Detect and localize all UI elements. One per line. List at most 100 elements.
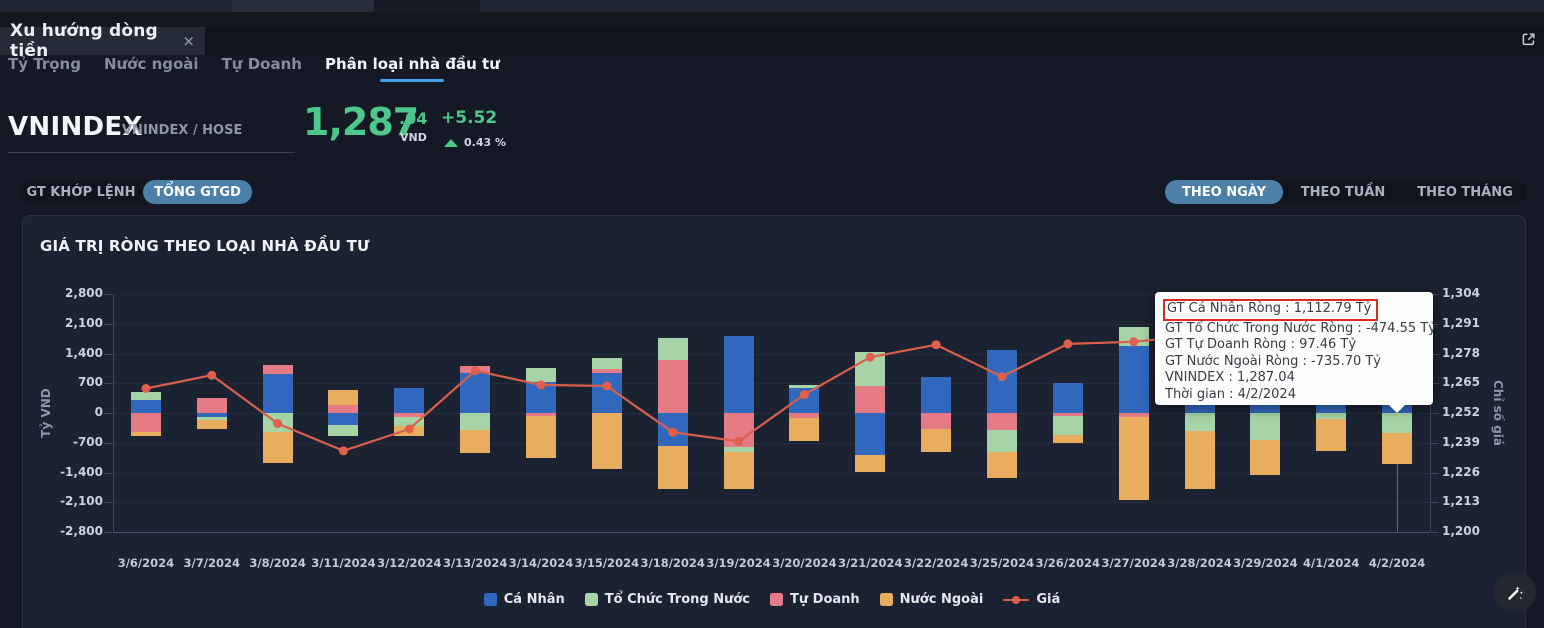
- x-axis-tick: 3/11/2024: [311, 556, 376, 570]
- bar-segment-to-chuc-trong-nuoc[interactable]: [591, 357, 622, 369]
- chart-title: GIÁ TRỊ RÒNG THEO LOẠI NHÀ ĐẦU TƯ: [40, 237, 370, 255]
- subnav-item-ty-trong[interactable]: Tỷ Trọng: [8, 55, 81, 82]
- bar-segment-ca-nhan[interactable]: [262, 374, 293, 413]
- subnav-item-phan-loai-nha-dau-tu[interactable]: Phân loại nhà đầu tư: [325, 55, 500, 82]
- bar-segment-to-chuc-trong-nuoc[interactable]: [1382, 413, 1413, 434]
- toggle-gt-khop-lenh[interactable]: GT KHỚP LỆNH: [19, 180, 143, 204]
- bar-segment-to-chuc-trong-nuoc[interactable]: [394, 417, 425, 426]
- y-axis-tick-right: 1,304: [1442, 286, 1480, 300]
- open-in-new-icon[interactable]: [1518, 29, 1538, 49]
- toggle-tong-gtgd[interactable]: TỔNG GTGD: [143, 180, 252, 204]
- bar-segment-nuoc-ngoai[interactable]: [986, 452, 1017, 478]
- bar-segment-nuoc-ngoai[interactable]: [262, 431, 293, 463]
- bar-segment-to-chuc-trong-nuoc[interactable]: [789, 384, 820, 389]
- bar-segment-nuoc-ngoai[interactable]: [1118, 416, 1149, 500]
- bar-segment-ca-nhan[interactable]: [855, 413, 886, 455]
- bar-segment-tu-doanh[interactable]: [196, 398, 227, 413]
- bar-segment-tu-doanh[interactable]: [986, 413, 1017, 431]
- y-axis-tick-left: 2,800: [65, 286, 103, 300]
- bar-segment-nuoc-ngoai[interactable]: [1316, 418, 1347, 452]
- bar-segment-tu-doanh[interactable]: [328, 404, 359, 413]
- bar-segment-to-chuc-trong-nuoc[interactable]: [526, 368, 557, 383]
- legend-item-to-chuc-trong-nuoc[interactable]: Tổ Chức Trong Nước: [584, 592, 750, 607]
- bar-segment-tu-doanh[interactable]: [591, 369, 622, 373]
- bar-segment-nuoc-ngoai[interactable]: [130, 431, 161, 436]
- bar-segment-to-chuc-trong-nuoc[interactable]: [262, 413, 293, 432]
- bar-segment-nuoc-ngoai[interactable]: [921, 429, 952, 453]
- bar-segment-nuoc-ngoai[interactable]: [328, 390, 359, 405]
- subnav-item-nuoc-ngoai[interactable]: Nước ngoài: [104, 55, 199, 82]
- bar-segment-to-chuc-trong-nuoc[interactable]: [855, 352, 886, 387]
- bar-segment-nuoc-ngoai[interactable]: [196, 420, 227, 429]
- bar-segment-ca-nhan[interactable]: [657, 413, 688, 447]
- axis-tick-mark: [104, 294, 112, 295]
- toggle-theo-tuan[interactable]: THEO TUẦN: [1283, 180, 1403, 204]
- bar-segment-to-chuc-trong-nuoc[interactable]: [1052, 415, 1083, 435]
- legend-item-ca-nhan[interactable]: Cá Nhân: [483, 592, 565, 607]
- toggle-theo-ngay[interactable]: THEO NGÀY: [1165, 180, 1283, 204]
- bar-segment-ca-nhan[interactable]: [986, 349, 1017, 413]
- bar-segment-to-chuc-trong-nuoc[interactable]: [1118, 326, 1149, 347]
- bar-segment-to-chuc-trong-nuoc[interactable]: [460, 413, 491, 430]
- bar-segment-ca-nhan[interactable]: [789, 388, 820, 413]
- bar-segment-to-chuc-trong-nuoc[interactable]: [657, 338, 688, 361]
- x-axis-tick: 3/29/2024: [1233, 556, 1298, 570]
- subnav-item-tu-doanh[interactable]: Tự Doanh: [222, 55, 302, 82]
- bar-segment-to-chuc-trong-nuoc[interactable]: [328, 424, 359, 436]
- gridline: [113, 442, 1430, 444]
- bar-segment-nuoc-ngoai[interactable]: [1382, 433, 1413, 465]
- x-axis-tick: 3/28/2024: [1167, 556, 1232, 570]
- bar-segment-nuoc-ngoai[interactable]: [1052, 434, 1083, 444]
- x-axis-tick: 3/19/2024: [706, 556, 771, 570]
- legend-label: Nước Ngoài: [899, 592, 984, 607]
- tooltip-row: GT Cá Nhân Ròng : 1,112.79 Tỷ: [1163, 299, 1423, 321]
- legend-item-gia[interactable]: Giá: [1003, 592, 1060, 607]
- bar-segment-to-chuc-trong-nuoc[interactable]: [1184, 413, 1215, 432]
- bar-segment-to-chuc-trong-nuoc[interactable]: [1250, 413, 1281, 440]
- close-icon[interactable]: ×: [182, 32, 195, 50]
- bar-segment-ca-nhan[interactable]: [460, 373, 491, 413]
- bar-segment-nuoc-ngoai[interactable]: [723, 451, 754, 490]
- up-arrow-icon: [444, 139, 458, 147]
- panel-tab-row: Xu hướng dòng tiền ×: [0, 21, 1544, 61]
- bar-segment-nuoc-ngoai[interactable]: [1184, 431, 1215, 490]
- bar-segment-nuoc-ngoai[interactable]: [1250, 439, 1281, 476]
- bar-segment-ca-nhan[interactable]: [921, 376, 952, 413]
- magic-wand-button[interactable]: [1494, 572, 1536, 612]
- bar-segment-ca-nhan[interactable]: [1118, 346, 1149, 413]
- legend-line-icon: [1003, 595, 1030, 604]
- bar-segment-ca-nhan[interactable]: [526, 382, 557, 413]
- bar-segment-tu-doanh[interactable]: [657, 360, 688, 413]
- bar-segment-nuoc-ngoai[interactable]: [591, 413, 622, 469]
- x-axis-tick: 4/2/2024: [1368, 556, 1426, 570]
- bar-segment-tu-doanh[interactable]: [921, 413, 952, 429]
- tooltip-row: Thời gian : 4/2/2024: [1165, 386, 1296, 402]
- bar-segment-nuoc-ngoai[interactable]: [460, 429, 491, 453]
- legend-item-tu-doanh[interactable]: Tự Doanh: [770, 592, 860, 607]
- tab-money-flow[interactable]: Xu hướng dòng tiền ×: [0, 21, 205, 61]
- bar-segment-nuoc-ngoai[interactable]: [394, 425, 425, 436]
- bar-segment-to-chuc-trong-nuoc[interactable]: [986, 430, 1017, 453]
- bar-segment-nuoc-ngoai[interactable]: [657, 446, 688, 490]
- bar-segment-nuoc-ngoai[interactable]: [855, 454, 886, 473]
- tooltip-row: GT Tổ Chức Trong Nước Ròng : -474.55 Tỷ: [1165, 320, 1436, 336]
- bar-segment-tu-doanh[interactable]: [723, 413, 754, 447]
- x-axis-tick: 3/18/2024: [640, 556, 705, 570]
- bar-segment-ca-nhan[interactable]: [130, 400, 161, 413]
- bar-segment-tu-doanh[interactable]: [855, 386, 886, 413]
- bar-segment-tu-doanh[interactable]: [130, 413, 161, 432]
- bar-segment-ca-nhan[interactable]: [591, 372, 622, 413]
- legend-swatch: [770, 593, 784, 606]
- bar-segment-nuoc-ngoai[interactable]: [789, 417, 820, 442]
- bar-segment-to-chuc-trong-nuoc[interactable]: [130, 391, 161, 401]
- toggle-theo-thang[interactable]: THEO THÁNG: [1403, 180, 1527, 204]
- price-currency: VND: [400, 131, 427, 144]
- bar-segment-nuoc-ngoai[interactable]: [526, 416, 557, 459]
- bar-segment-tu-doanh[interactable]: [460, 366, 491, 374]
- bar-segment-ca-nhan[interactable]: [394, 388, 425, 413]
- bar-segment-ca-nhan[interactable]: [723, 335, 754, 413]
- bar-segment-ca-nhan[interactable]: [1052, 383, 1083, 413]
- bar-segment-ca-nhan[interactable]: [328, 413, 359, 425]
- legend-item-nuoc-ngoai[interactable]: Nước Ngoài: [879, 592, 984, 607]
- bar-segment-tu-doanh[interactable]: [262, 365, 293, 375]
